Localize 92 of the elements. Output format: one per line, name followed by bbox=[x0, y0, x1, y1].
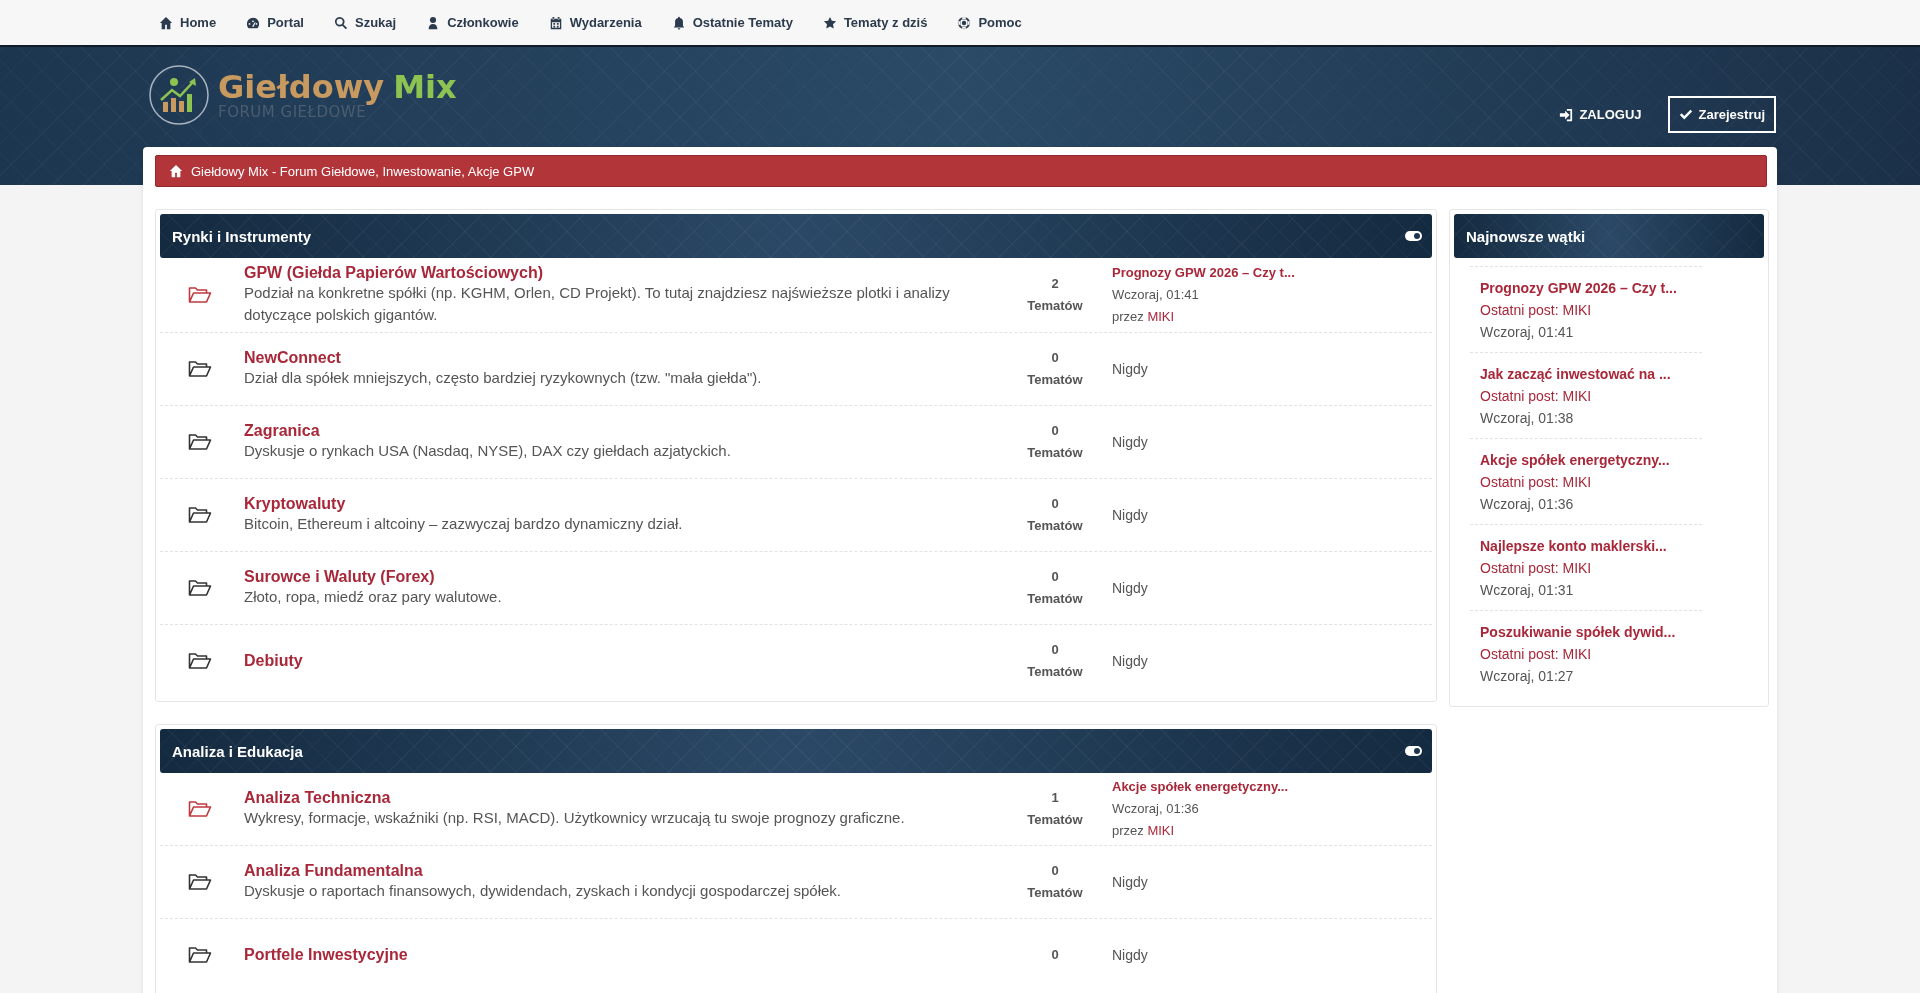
last-post-none: Nigdy bbox=[1112, 433, 1148, 450]
collapse-toggle[interactable] bbox=[1405, 231, 1422, 241]
nav-link[interactable]: Członkowie bbox=[426, 15, 519, 30]
forum-title-link[interactable]: Analiza Techniczna bbox=[244, 789, 391, 807]
last-post-time: Wczoraj, 01:41 bbox=[1480, 323, 1575, 342]
category-title: Analiza i Edukacja bbox=[172, 742, 303, 760]
last-post-time: Wczoraj, 01:38 bbox=[1480, 409, 1575, 428]
login-button[interactable]: ZALOGUJ bbox=[1553, 107, 1648, 122]
logo-title: Giełdowy bbox=[218, 70, 385, 103]
category-title: Rynki i Instrumenty bbox=[172, 227, 312, 245]
last-post-link[interactable]: Prognozy GPW 2026 – Czy t... bbox=[1112, 262, 1295, 284]
forum-title-link[interactable]: Kryptowaluty bbox=[244, 495, 346, 513]
nav-link[interactable]: Wydarzenia bbox=[548, 15, 642, 30]
forum-title-link[interactable]: Surowce i Waluty (Forex) bbox=[244, 568, 435, 586]
nav-link[interactable]: Ostatnie Tematy bbox=[671, 15, 793, 30]
forum-description: Podział na konkretne spółki (np. KGHM, Orlen, CD Projekt). To tutaj znajdziesz najświeższe plotki i analizy dotyczące polskich gigantów. bbox=[244, 283, 951, 325]
topic-count-label: Tematów bbox=[1026, 884, 1084, 902]
last-post-time: Wczoraj, 01:36 bbox=[1112, 800, 1200, 818]
topic-count-label: Tematów bbox=[1026, 663, 1084, 681]
nav-link[interactable]: Tematy z dziś bbox=[822, 15, 928, 30]
topic-count-label: Tematów bbox=[1026, 590, 1084, 608]
chart-logo-icon bbox=[148, 64, 210, 126]
last-post-author: Ostatni post: MIKI bbox=[1480, 645, 1593, 664]
topic-count-label: Tematów bbox=[1026, 444, 1084, 462]
topic-count-label: Tematów bbox=[1026, 517, 1084, 535]
register-button[interactable]: Zarejestruj bbox=[1667, 96, 1776, 133]
home-icon bbox=[159, 15, 173, 30]
author-link[interactable]: MIKI bbox=[1147, 823, 1175, 838]
last-post-author: Ostatni post: MIKI bbox=[1480, 387, 1593, 406]
topic-count: 0 bbox=[1050, 495, 1060, 513]
topic-count: 0 bbox=[1050, 946, 1060, 964]
forum-title-link[interactable]: NewConnect bbox=[244, 349, 341, 367]
thread-link[interactable]: Najlepsze konto maklerski... bbox=[1480, 535, 1702, 557]
forum-title-link[interactable]: Analiza Fundamentalna bbox=[244, 862, 423, 880]
topic-count: 1 bbox=[1050, 789, 1060, 807]
checkmark-icon bbox=[1678, 107, 1693, 122]
lifebuoy-icon bbox=[957, 15, 972, 30]
last-post-author: Ostatni post: MIKI bbox=[1480, 473, 1593, 492]
gauge-icon bbox=[246, 15, 261, 30]
calendar-icon bbox=[548, 15, 563, 30]
last-post-none: Nigdy bbox=[1112, 579, 1148, 596]
breadcrumb-link[interactable]: Giełdowy Mix - Forum Giełdowe, Inwestowanie, Akcje GPW bbox=[191, 163, 535, 179]
last-post-none: Nigdy bbox=[1112, 946, 1148, 963]
thread-link[interactable]: Akcje spółek energetyczny... bbox=[1480, 449, 1702, 471]
thread-link[interactable]: Jak zacząć inwestować na ... bbox=[1480, 363, 1702, 385]
author-link[interactable]: MIKI bbox=[1147, 309, 1175, 324]
topic-count: 0 bbox=[1050, 862, 1060, 880]
last-post-time: Wczoraj, 01:27 bbox=[1480, 667, 1575, 686]
sign-in-icon bbox=[1559, 107, 1574, 122]
forum-description: Wykresy, formacje, wskaźniki (np. RSI, MACD). Użytkownicy wrzucają tu swoje prognozy graficzne. bbox=[244, 808, 906, 828]
topic-count: 2 bbox=[1050, 275, 1060, 293]
last-post-time: Wczoraj, 01:36 bbox=[1480, 495, 1575, 514]
bell-icon bbox=[671, 15, 686, 30]
thread-link[interactable]: Prognozy GPW 2026 – Czy t... bbox=[1480, 277, 1702, 299]
forum-title-link[interactable]: Zagranica bbox=[244, 422, 320, 440]
topic-count-label: Tematów bbox=[1026, 371, 1084, 389]
topic-count-label: Tematów bbox=[1026, 811, 1084, 829]
nav-link[interactable]: Home bbox=[159, 15, 217, 30]
forum-title-link[interactable]: Debiuty bbox=[244, 652, 303, 670]
last-post-none: Nigdy bbox=[1112, 506, 1148, 523]
topic-count-label: Tematów bbox=[1026, 297, 1084, 315]
forum-description: Dyskusje o rynkach USA (Nasdaq, NYSE), DAX czy giełdach azjatyckich. bbox=[244, 441, 732, 461]
topic-count: 0 bbox=[1050, 641, 1060, 659]
home-icon bbox=[169, 164, 183, 178]
last-post-none: Nigdy bbox=[1112, 360, 1148, 377]
last-post-time: Wczoraj, 01:41 bbox=[1112, 286, 1200, 304]
last-post-link[interactable]: Akcje spółek energetyczny... bbox=[1112, 776, 1289, 798]
forum-title-link[interactable]: Portfele Inwestycyjne bbox=[244, 946, 408, 964]
forum-description: Bitcoin, Ethereum i altcoiny – zazwyczaj bardzo dynamiczny dział. bbox=[244, 514, 684, 534]
collapse-toggle[interactable] bbox=[1405, 746, 1422, 756]
last-post-none: Nigdy bbox=[1112, 652, 1148, 669]
topic-count: 0 bbox=[1050, 568, 1060, 586]
topic-count: 0 bbox=[1050, 349, 1060, 367]
logo-title-accent: Mix bbox=[393, 70, 457, 103]
last-post-none: Nigdy bbox=[1112, 873, 1148, 890]
nav-link[interactable]: Pomoc bbox=[957, 15, 1022, 30]
sidebar-title: Najnowsze wątki bbox=[1466, 227, 1586, 245]
forum-description: Złoto, ropa, miedź oraz pary walutowe. bbox=[244, 587, 503, 607]
last-post-time: Wczoraj, 01:31 bbox=[1480, 581, 1575, 600]
last-post-by: przez bbox=[1112, 309, 1145, 324]
thread-link[interactable]: Poszukiwanie spółek dywid... bbox=[1480, 621, 1702, 643]
search-icon bbox=[333, 15, 348, 30]
last-post-author: Ostatni post: MIKI bbox=[1480, 559, 1593, 578]
nav-link[interactable]: Szukaj bbox=[333, 15, 397, 30]
star-icon bbox=[822, 15, 837, 30]
last-post-author: Ostatni post: MIKI bbox=[1480, 301, 1593, 320]
forum-description: Dyskusje o raportach finansowych, dywidendach, zyskach i kondycji gospodarczej spółek. bbox=[244, 881, 842, 901]
topic-count: 0 bbox=[1050, 422, 1060, 440]
forum-title-link[interactable]: GPW (Giełda Papierów Wartościowych) bbox=[244, 264, 543, 282]
forum-description: Dział dla spółek mniejszych, często bardziej ryzykownych (tzw. "mała giełda"). bbox=[244, 368, 763, 388]
nav-link[interactable]: Portal bbox=[246, 15, 304, 30]
last-post-by: przez bbox=[1112, 823, 1145, 838]
